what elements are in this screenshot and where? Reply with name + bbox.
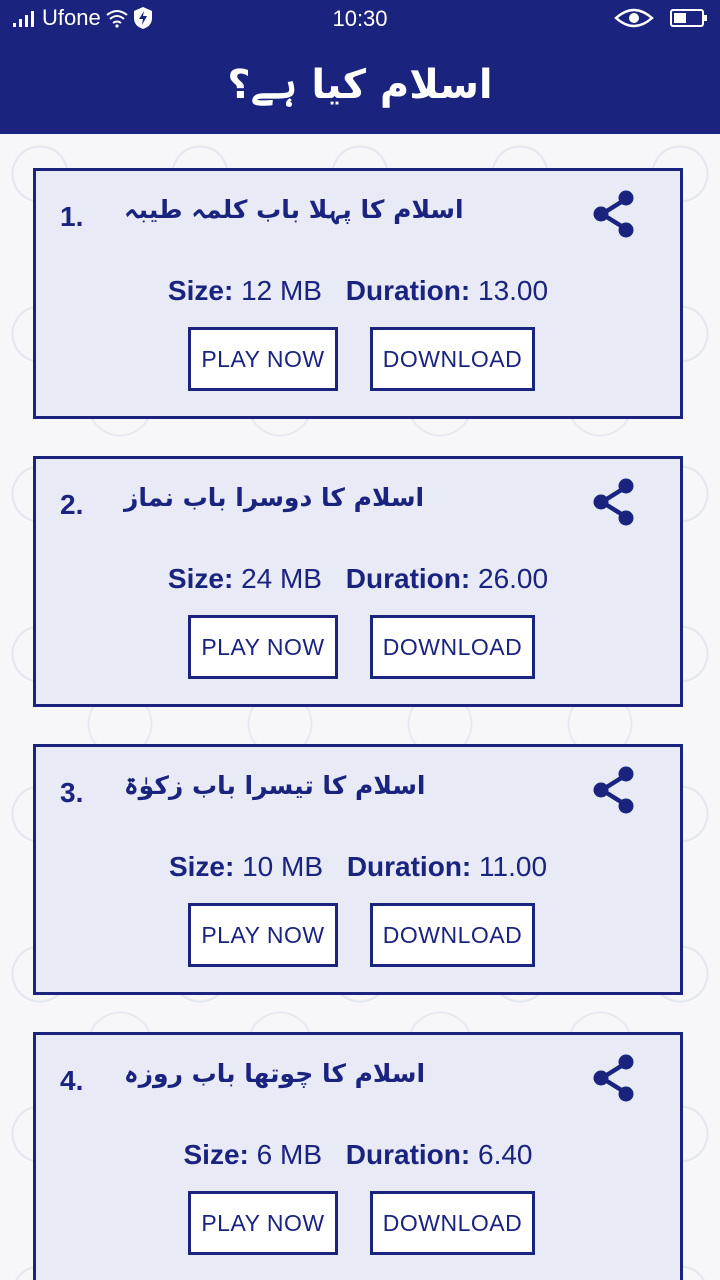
size-label: Size:	[183, 1139, 249, 1170]
lesson-meta: Size: 12 MB Duration: 13.00	[36, 275, 680, 307]
lesson-number: 3.	[60, 777, 84, 808]
lesson-card-2[interactable]: 2. اسلام کا دوسرا باب نماز Size: 24 MB D…	[33, 456, 683, 707]
duration-value: 13.00	[478, 275, 549, 306]
duration-value: 6.40	[478, 1139, 533, 1170]
app-bar: اسلام کیا ہے؟	[0, 36, 720, 134]
lesson-card-3[interactable]: 3. اسلام کا تیسرا باب زکوٰۃ Size: 10 MB …	[33, 744, 683, 995]
lesson-card-4[interactable]: 4. اسلام کا چوتھا باب روزہ Size: 6 MB Du…	[33, 1032, 683, 1280]
size-value: 6 MB	[256, 1139, 322, 1170]
duration-value: 11.00	[479, 851, 548, 882]
lesson-meta: Size: 24 MB Duration: 26.00	[36, 563, 680, 595]
size-value: 12 MB	[241, 275, 322, 306]
page-title: اسلام کیا ہے؟	[227, 62, 493, 108]
status-right	[614, 6, 708, 30]
play-now-button[interactable]: PLAY NOW	[188, 615, 338, 679]
play-now-button[interactable]: PLAY NOW	[188, 903, 338, 967]
lesson-list[interactable]: 1. اسلام کا پہلا باب کلمہ طیبہ Size: 12 …	[0, 134, 720, 1280]
play-now-button[interactable]: PLAY NOW	[188, 327, 338, 391]
share-icon[interactable]	[590, 763, 640, 817]
duration-value: 26.00	[478, 563, 549, 594]
lesson-number: 1.	[60, 201, 84, 232]
lesson-title: اسلام کا دوسرا باب نماز	[124, 483, 425, 512]
lesson-title: اسلام کا چوتھا باب روزہ	[124, 1059, 426, 1088]
download-button[interactable]: DOWNLOAD	[370, 327, 535, 391]
share-icon[interactable]	[590, 475, 640, 529]
status-bar: Ufone 10:30	[0, 0, 720, 36]
eye-icon	[614, 8, 654, 28]
size-value: 10 MB	[242, 851, 324, 882]
share-icon[interactable]	[590, 1051, 640, 1105]
play-now-button[interactable]: PLAY NOW	[188, 1191, 338, 1255]
duration-label: Duration:	[345, 1139, 471, 1170]
duration-label: Duration:	[346, 851, 472, 882]
share-icon[interactable]	[590, 187, 640, 241]
download-button[interactable]: DOWNLOAD	[370, 903, 535, 967]
lesson-number: 4.	[60, 1065, 84, 1096]
lesson-card-1[interactable]: 1. اسلام کا پہلا باب کلمہ طیبہ Size: 12 …	[33, 168, 683, 419]
size-value: 24 MB	[241, 563, 322, 594]
lesson-meta: Size: 10 MB Duration: 11.00	[36, 851, 680, 883]
download-button[interactable]: DOWNLOAD	[370, 1191, 535, 1255]
download-button[interactable]: DOWNLOAD	[370, 615, 535, 679]
size-label: Size:	[167, 563, 234, 594]
size-label: Size:	[168, 851, 235, 882]
duration-label: Duration:	[345, 275, 471, 306]
lesson-number: 2.	[60, 489, 84, 520]
lesson-meta: Size: 6 MB Duration: 6.40	[36, 1139, 680, 1171]
duration-label: Duration:	[345, 563, 471, 594]
lesson-title: اسلام کا پہلا باب کلمہ طیبہ	[124, 195, 464, 224]
size-label: Size:	[167, 275, 234, 306]
lesson-title: اسلام کا تیسرا باب زکوٰۃ	[124, 771, 426, 800]
status-time: 10:30	[332, 6, 388, 31]
battery-icon	[670, 9, 707, 27]
